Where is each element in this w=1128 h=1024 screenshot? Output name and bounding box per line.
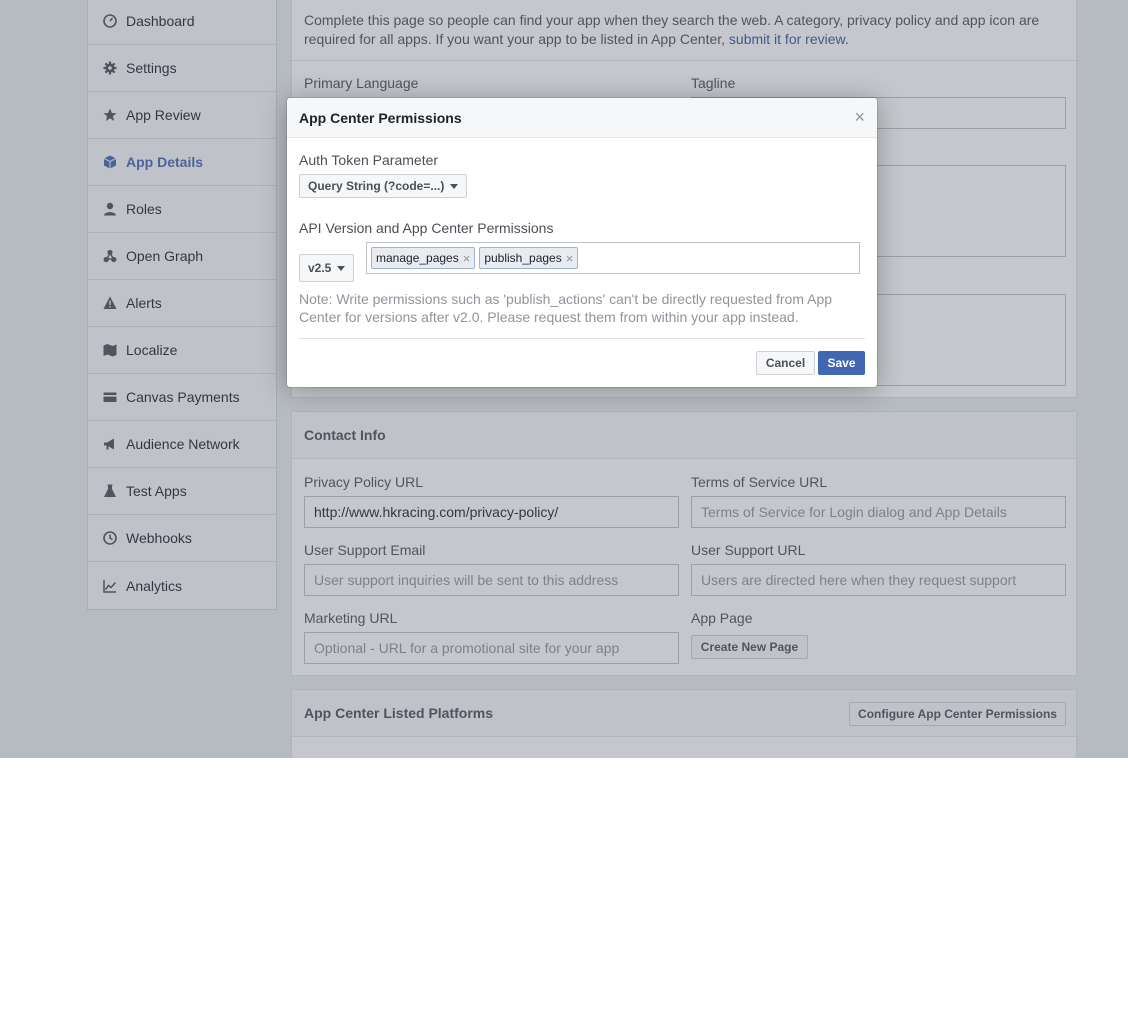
permissions-token-input[interactable]: manage_pages × publish_pages × <box>366 242 860 274</box>
dialog-header: App Center Permissions × <box>287 98 877 138</box>
remove-token-icon[interactable]: × <box>463 251 471 266</box>
chevron-down-icon <box>450 183 459 189</box>
permission-token: publish_pages × <box>479 247 579 269</box>
app-center-permissions-dialog: App Center Permissions × Auth Token Para… <box>287 98 877 387</box>
permissions-note: Note: Write permissions such as 'publish… <box>299 291 833 325</box>
permission-token: manage_pages × <box>371 247 476 269</box>
close-icon[interactable]: × <box>854 108 865 126</box>
save-button[interactable]: Save <box>818 351 865 375</box>
remove-token-icon[interactable]: × <box>566 251 574 266</box>
permission-token-label: publish_pages <box>484 251 562 265</box>
auth-token-select[interactable]: Query String (?code=...) <box>299 174 468 198</box>
dialog-title: App Center Permissions <box>299 109 462 126</box>
chevron-down-icon <box>337 265 346 271</box>
api-version-value: v2.5 <box>308 261 332 275</box>
api-version-label: API Version and App Center Permissions <box>299 220 554 236</box>
divider <box>299 338 865 339</box>
auth-token-label: Auth Token Parameter <box>299 152 439 168</box>
auth-token-value: Query String (?code=...) <box>308 179 445 193</box>
cancel-button[interactable]: Cancel <box>756 351 815 375</box>
api-version-select[interactable]: v2.5 <box>299 254 355 282</box>
permission-token-label: manage_pages <box>376 251 459 265</box>
app-settings-page: Dashboard Settings App Review App Detail… <box>0 0 1128 758</box>
